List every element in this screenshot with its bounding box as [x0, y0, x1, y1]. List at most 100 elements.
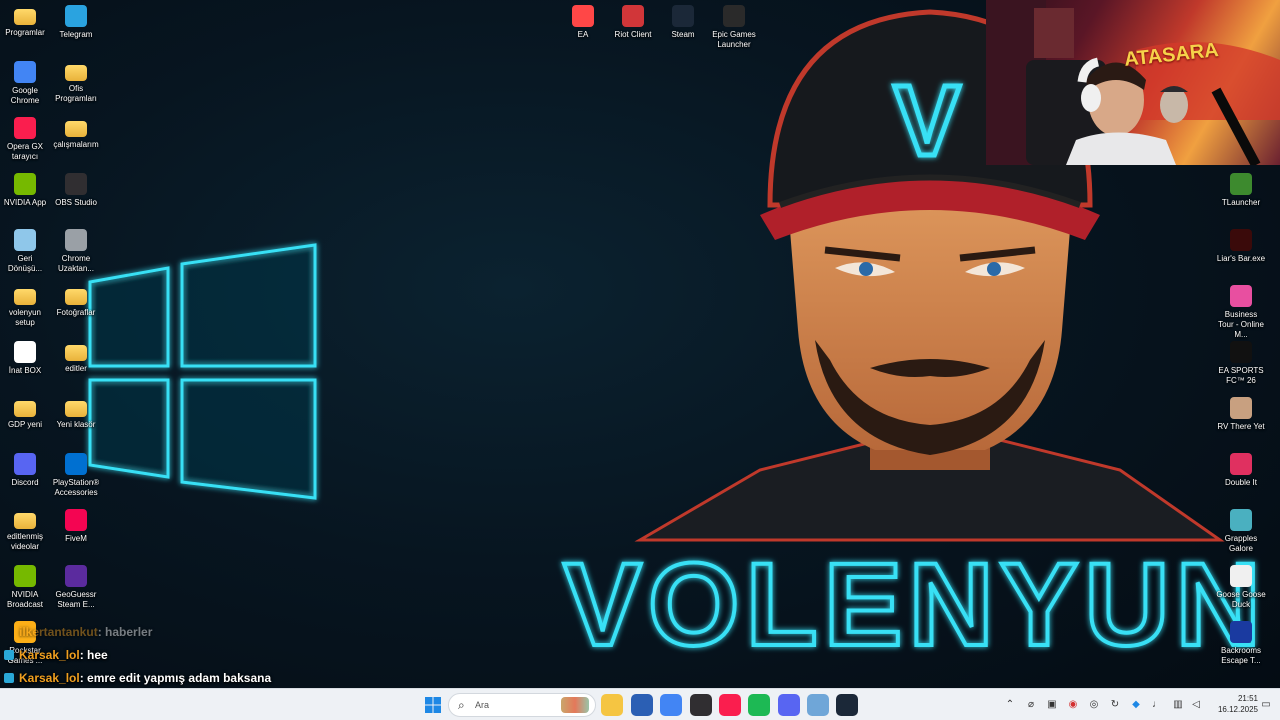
webcam-feed [986, 0, 1280, 165]
desktop-icon-label: Discord [11, 478, 39, 487]
clock-date: 16.12.2025 [1217, 705, 1258, 714]
desktop-icon-geoguessr[interactable]: GeoGuessr Steam E... [51, 560, 101, 610]
desktop-icon-opera-gx[interactable]: Opera GX tarayıcı [0, 112, 50, 162]
show-hidden-icons-icon[interactable]: ⌃ [1003, 698, 1017, 712]
shield-icon[interactable]: ◆ [1129, 698, 1143, 712]
desktop-icon-folder[interactable]: Yeni klasör [51, 392, 101, 430]
network-off-icon[interactable]: ⌀ [1024, 698, 1038, 712]
desktop-icon-label: TLauncher [1221, 198, 1261, 207]
desktop-icon-folder[interactable]: editler [51, 336, 101, 374]
folder-icon [65, 401, 87, 417]
start-button[interactable] [424, 696, 442, 714]
desktop-icon-chrome[interactable]: Google Chrome [0, 56, 50, 106]
desktop-icon-telegram[interactable]: Telegram [51, 0, 101, 40]
desktop-icon-folder[interactable]: volenyun setup [0, 280, 50, 328]
desktop-icon-discord[interactable]: Discord [0, 448, 50, 488]
desktop-icon-ea-fc[interactable]: EA SPORTS FC™ 26 [1216, 336, 1266, 386]
desktop-icon-goose-goose-duck[interactable]: Goose Goose Duck [1216, 560, 1266, 610]
taskbar-steam-icon[interactable] [836, 694, 858, 716]
chat-username: Karsak_lol [19, 671, 80, 685]
wifi-icon[interactable]: ▥ [1171, 698, 1185, 712]
taskbar-clock[interactable]: 21:51 16.12.2025 [1206, 693, 1258, 715]
desktop-icon-folder[interactable]: editlenmiş videolar [0, 504, 50, 552]
desktop-icon-nvidia-broadcast[interactable]: NVIDIA Broadcast [0, 560, 50, 610]
chat-text: : haberler [97, 625, 153, 639]
grapples-galore-icon [1230, 509, 1252, 531]
desktop-icon-nvidia[interactable]: NVIDIA App [0, 168, 50, 208]
epic-games-icon [723, 5, 745, 27]
desktop-icon-label: Geri Dönüşü... [7, 254, 43, 273]
desktop-icon-folder[interactable]: çalışmalarım [51, 112, 101, 150]
microphone-icon[interactable]: ♩ [1150, 698, 1164, 712]
search-placeholder: Ara [475, 700, 490, 710]
desktop-icon-double-it[interactable]: Double It [1216, 448, 1266, 488]
desktop-icon-grapples-galore[interactable]: Grapples Galore [1216, 504, 1266, 554]
folder-icon [65, 345, 87, 361]
desktop-icon-ea[interactable]: EA [558, 0, 608, 40]
recycle-bin-icon [14, 229, 36, 251]
desktop-icon-label: OBS Studio [55, 198, 97, 207]
desktop-icon-riot[interactable]: Riot Client [608, 0, 658, 40]
chat-username: Karsak_lol [19, 648, 80, 662]
chrome-remote-icon [65, 229, 87, 251]
desktop-icon-steam[interactable]: Steam [658, 0, 708, 40]
desktop-icon-label: Programlar [5, 28, 45, 37]
desktop-icon-fivem[interactable]: FiveM [51, 504, 101, 544]
desktop-icon-folder[interactable]: GDP yeni [0, 392, 50, 430]
record-icon[interactable]: ◉ [1066, 698, 1080, 712]
desktop-icon-playstation[interactable]: PlayStation® Accessories [51, 448, 101, 498]
desktop-icon-label: Double It [1224, 478, 1258, 487]
windows-logo-art [88, 243, 317, 500]
taskbar-opera-gx-icon[interactable] [719, 694, 741, 716]
desktop-icon-label: Ofis Programları [55, 84, 97, 103]
taskbar-spotify-icon[interactable] [748, 694, 770, 716]
taskbar-microsoft-store-icon[interactable] [631, 694, 653, 716]
taskbar-file-explorer-icon[interactable] [601, 694, 623, 716]
folder-icon [14, 289, 36, 305]
taskbar-obs-icon[interactable] [690, 694, 712, 716]
desktop-icon-inat-box[interactable]: İnat BOX [0, 336, 50, 376]
desktop-icon-rv-there-yet[interactable]: RV There Yet [1216, 392, 1266, 432]
sync-icon[interactable]: ↻ [1108, 698, 1122, 712]
playstation-icon [65, 453, 87, 475]
desktop-icon-label: EA SPORTS FC™ 26 [1218, 366, 1264, 385]
desktop-icon-folder[interactable]: Programlar [0, 0, 50, 38]
desktop-icon-liars-bar[interactable]: Liar's Bar.exe [1216, 224, 1266, 264]
volume-icon[interactable]: ◁ [1189, 698, 1203, 712]
desktop-icon-folder[interactable]: Ofis Programları [51, 56, 101, 104]
chat-text: : hee [79, 648, 108, 662]
desktop-icon-epic-games[interactable]: Epic Games Launcher [709, 0, 759, 50]
desktop-icon-label: Google Chrome [10, 86, 40, 105]
taskbar-discord-icon[interactable] [778, 694, 800, 716]
desktop-icon-label: Telegram [59, 30, 93, 39]
clock-time: 21:51 [1237, 694, 1258, 703]
desktop-icon-label: Grapples Galore [1224, 534, 1258, 553]
desktop-icon-backrooms[interactable]: Backrooms Escape T... [1216, 616, 1266, 666]
folder-icon [65, 289, 87, 305]
chat-badge-icon [4, 650, 14, 660]
desktop-icon-label: GDP yeni [7, 420, 43, 429]
obs-icon [65, 173, 87, 195]
desktop-icon-obs[interactable]: OBS Studio [51, 168, 101, 208]
desktop-icon-recycle-bin[interactable]: Geri Dönüşü... [0, 224, 50, 274]
steam-tray-icon[interactable]: ◎ [1087, 698, 1101, 712]
desktop-icon-chrome-remote[interactable]: Chrome Uzaktan... [51, 224, 101, 274]
ea-fc-icon [1230, 341, 1252, 363]
liars-bar-icon [1230, 229, 1252, 251]
desktop-icon-label: Steam [671, 30, 695, 39]
desktop-icon-folder[interactable]: Fotoğraflar [51, 280, 101, 318]
desktop-icon-tlauncher[interactable]: TLauncher [1216, 168, 1266, 208]
taskbar-settings-icon[interactable] [807, 694, 829, 716]
windows-start-icon [425, 697, 441, 713]
taskbar-search[interactable]: ⌕ Ara [448, 693, 596, 717]
desktop-icon-label: RV There Yet [1217, 422, 1265, 431]
desktop-icon-label: editlenmiş videolar [6, 532, 43, 551]
desktop-icon-business-tour[interactable]: Business Tour - Online M... [1216, 280, 1266, 340]
opera-gx-icon [14, 117, 36, 139]
tray-app-icon[interactable]: ▣ [1045, 698, 1059, 712]
chat-message: Karsak_lol: hee [4, 648, 108, 662]
inat-box-icon [14, 341, 36, 363]
notifications-icon[interactable]: ▭ [1259, 698, 1273, 712]
fivem-icon [65, 509, 87, 531]
taskbar-chrome-icon[interactable] [660, 694, 682, 716]
